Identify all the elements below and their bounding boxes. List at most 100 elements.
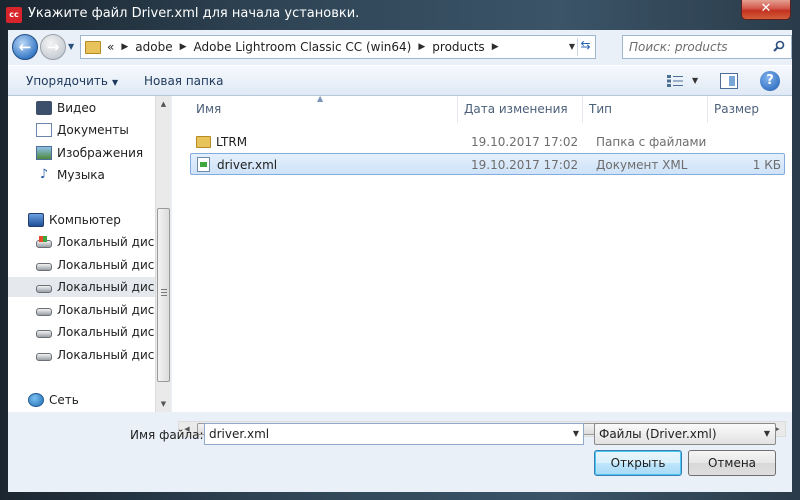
column-header-date[interactable]: Дата изменения [458,96,583,123]
file-type-filter[interactable]: Файлы (Driver.xml) ▼ [594,423,776,445]
file-type: Документ XML [596,158,688,172]
organize-label: Упорядочить [26,74,108,88]
drive-icon [36,285,52,293]
chevron-down-icon: ▼ [763,429,770,438]
file-name: driver.xml [217,158,278,172]
breadcrumb-overflow[interactable]: « [107,40,114,54]
address-bar[interactable]: « ▶ adobe ▶ Adobe Lightroom Classic CC (… [80,35,596,59]
command-bar: Упорядочить ▼ Новая папка ▼ ? [8,65,792,96]
nav-item-label: Локальный диск [57,303,155,317]
file-date: 19.10.2017 17:02 [471,158,579,172]
filename-input[interactable] [209,427,549,441]
column-header-size[interactable]: Размер [708,96,792,123]
nav-scrollbar[interactable]: ▲ ▼ [155,96,171,412]
back-button[interactable]: ← [12,34,38,60]
nav-item-video[interactable]: Видео [8,98,155,118]
nav-item-label: Локальный диск [57,325,155,339]
xml-file-icon [197,157,210,172]
drive-icon [36,263,52,271]
file-row-ltrm[interactable]: LTRM 19.10.2017 17:02 Папка с файлами [190,131,785,153]
file-row-driver-xml[interactable]: driver.xml 19.10.2017 17:02 Документ XML… [190,153,785,175]
window-title: Укажите файл Driver.xml для начала устан… [28,6,360,21]
scroll-down-icon[interactable]: ▼ [156,396,171,412]
preview-pane-icon[interactable] [720,73,738,89]
new-folder-button[interactable]: Новая папка [144,74,223,88]
filename-label: Имя файла: [130,428,204,442]
nav-item-label: Музыка [57,168,105,182]
chevron-down-icon[interactable]: ▼ [573,429,579,438]
file-name: LTRM [216,135,248,149]
open-button[interactable]: Открыть [594,450,682,476]
nav-item-images[interactable]: Изображения [8,143,155,163]
folder-icon [85,40,101,54]
chevron-right-icon[interactable]: ▶ [492,42,499,52]
dialog-window: cc Укажите файл Driver.xml для начала ус… [0,0,800,500]
network-icon [28,393,44,407]
organize-button[interactable]: Упорядочить ▼ [26,74,118,88]
chevron-down-icon: ▼ [111,78,119,87]
chevron-right-icon[interactable]: ▶ [418,42,425,52]
system-drive-icon [36,236,52,248]
title-bar[interactable]: cc Укажите файл Driver.xml для начала ус… [0,0,800,30]
view-dropdown[interactable]: ▼ [692,76,698,85]
nav-item-label: Изображения [57,146,144,160]
recent-locations-dropdown[interactable]: ▼ [68,42,74,51]
video-icon [36,101,52,115]
file-list: ▲ Имя Дата изменения Тип Размер LTRM 19.… [172,94,792,412]
computer-icon [28,213,44,227]
folder-icon [196,136,211,148]
nav-item-drive-4[interactable]: Локальный диск [8,300,155,320]
drive-icon [36,308,52,316]
file-date: 19.10.2017 17:02 [471,135,579,149]
refresh-icon[interactable]: ⇆ [577,38,593,56]
nav-item-computer[interactable]: Компьютер [8,210,155,230]
nav-item-label: Видео [57,101,97,115]
nav-item-label: Локальный диск [57,235,155,249]
search-box[interactable] [622,35,792,59]
file-size: 1 КБ [752,158,781,172]
search-icon[interactable] [773,40,785,52]
nav-item-network[interactable]: Сеть [8,390,155,410]
close-button[interactable]: ✕ [741,0,791,20]
chevron-right-icon[interactable]: ▶ [180,42,187,52]
nav-item-label: Компьютер [49,213,121,227]
nav-item-label: Локальный диск [57,348,155,362]
nav-item-drive-6[interactable]: Локальный диск [8,345,155,365]
search-input[interactable] [629,40,769,54]
nav-item-label: Локальный диск [57,280,155,294]
nav-item-drive-5[interactable]: Локальный диск [8,322,155,342]
column-header-name[interactable]: Имя [190,96,458,123]
scroll-up-icon[interactable]: ▲ [156,96,171,112]
nav-item-label: Документы [57,123,129,137]
music-icon: ♪ [39,167,49,182]
arrow-left-icon: ← [18,38,32,56]
cancel-button[interactable]: Отмена [688,450,776,476]
nav-item-documents[interactable]: Документы [8,120,155,140]
forward-button[interactable]: → [40,34,66,60]
nav-item-label: Сеть [49,393,79,407]
address-dropdown[interactable]: ▼ [569,42,575,51]
help-icon[interactable]: ? [760,71,780,91]
nav-item-drive-1[interactable]: Локальный диск [8,232,155,252]
navigation-pane: Видео Документы Изображения ♪ Музыка Ком… [8,96,171,412]
filter-value: Файлы (Driver.xml) [599,427,717,441]
breadcrumb-products[interactable]: products [432,40,484,54]
breadcrumb-lightroom[interactable]: Adobe Lightroom Classic CC (win64) [194,40,412,54]
dialog-client: ← → ▼ « ▶ adobe ▶ Adobe Lightroom Classi… [8,30,792,492]
drive-icon [36,330,52,338]
nav-item-drive-2[interactable]: Локальный диск [8,255,155,275]
column-header-type[interactable]: Тип [583,96,708,123]
nav-item-music[interactable]: ♪ Музыка [8,165,155,185]
chevron-right-icon[interactable]: ▶ [121,42,128,52]
nav-scroll-thumb[interactable] [157,208,170,382]
drive-icon [36,353,52,361]
breadcrumb-adobe[interactable]: adobe [135,40,172,54]
view-options-icon[interactable] [666,74,684,88]
documents-icon [36,123,52,137]
filename-combobox[interactable]: ▼ [204,423,584,445]
file-type: Папка с файлами [596,135,707,149]
nav-item-drive-3[interactable]: Локальный диск [8,277,155,297]
nav-item-label: Локальный диск [57,258,155,272]
images-icon [36,146,52,160]
app-icon: cc [6,7,22,23]
